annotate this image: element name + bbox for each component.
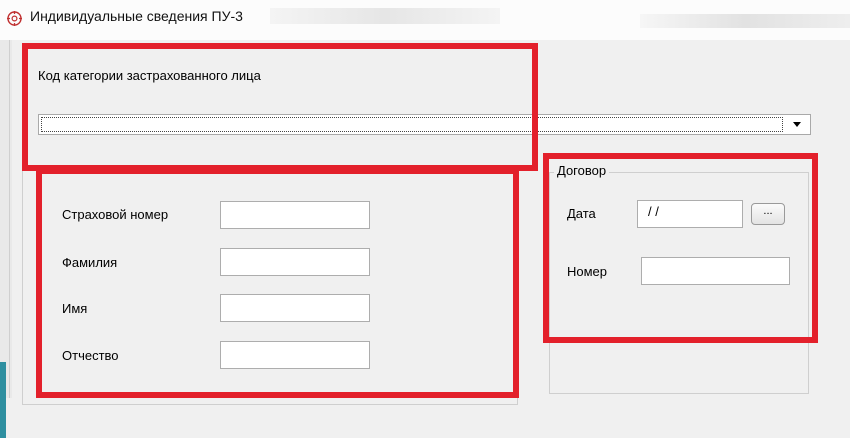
titlebar-blur [640, 14, 850, 28]
gear-icon [7, 11, 22, 26]
left-accent [0, 362, 6, 438]
titlebar-blur [270, 8, 500, 24]
highlight-box-person [36, 168, 519, 398]
window-title: Индивидуальные сведения ПУ-3 [30, 8, 243, 24]
left-edge [0, 40, 12, 438]
highlight-box-contract [543, 153, 818, 343]
chevron-down-icon[interactable] [786, 117, 808, 132]
window-titlebar: Индивидуальные сведения ПУ-3 [0, 0, 850, 40]
highlight-box-category [22, 43, 538, 171]
